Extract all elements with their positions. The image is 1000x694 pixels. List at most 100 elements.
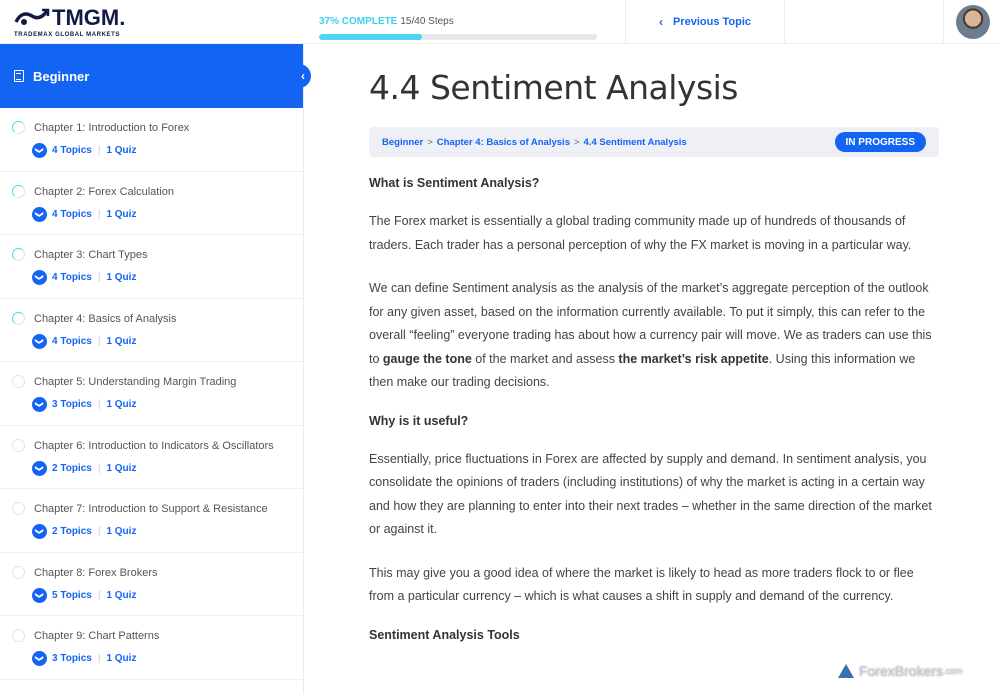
chapter-status-icon [12,502,25,515]
paragraph: Essentially, price fluctuations in Forex… [369,451,932,537]
chevron-down-icon[interactable]: ❯ [32,651,47,666]
separator: | [97,208,101,220]
quiz-count[interactable]: 1 Quiz [106,272,136,283]
chapter-item[interactable]: Chapter 7: Introduction to Support & Res… [0,489,303,553]
previous-topic-button[interactable]: ‹ Previous Topic [626,0,784,44]
chapter-item[interactable]: Chapter 4: Basics of Analysis ❯ 4 Topics… [0,299,303,362]
topics-count[interactable]: 4 Topics [52,272,92,283]
topics-count[interactable]: 5 Topics [52,590,92,601]
chapter-meta: ❯ 2 Topics | 1 Quiz [32,460,136,476]
topics-count[interactable]: 4 Topics [52,145,92,156]
chapter-item[interactable]: Chapter 3: Chart Types ❯ 4 Topics | 1 Qui… [0,235,303,299]
chapter-title[interactable]: Chapter 9: Chart Patterns [34,630,159,642]
forexbrokers-watermark: ForexBrokers .com [838,663,963,679]
text: of the market and assess [471,351,619,366]
chapter-title[interactable]: Chapter 5: Understanding Margin Trading [34,376,236,388]
page-title: 4.4 Sentiment Analysis [369,68,739,107]
user-avatar[interactable] [956,5,990,39]
chapter-meta: ❯ 5 Topics | 1 Quiz [32,587,136,603]
breadcrumb-topic[interactable]: 4.4 Sentiment Analysis [584,137,687,148]
watermark-suffix: .com [943,666,963,676]
chapter-meta: ❯ 4 Topics | 1 Quiz [32,270,136,285]
watermark-name: ForexBrokers [859,663,944,679]
breadcrumb-course[interactable]: Beginner [382,137,423,148]
separator: | [97,399,101,410]
chevron-down-icon[interactable]: ❯ [32,397,47,412]
collapse-sidebar-button[interactable]: ‹ [295,64,311,88]
chapter-meta: ❯ 3 Topics | 1 Quiz [32,651,136,666]
chapter-meta: ❯ 2 Topics | 1 Quiz [32,524,136,539]
separator: | [97,145,101,156]
topics-count[interactable]: 3 Topics [52,399,92,410]
paragraph: The Forex market is essentially a global… [369,214,912,252]
chapter-meta: ❯ 4 Topics | 1 Quiz [32,206,136,222]
progress-steps: 15/40 Steps [400,16,454,27]
topics-count[interactable]: 2 Topics [52,463,92,474]
chevron-left-icon: ‹ [658,15,663,29]
bold-text: gauge the tone [382,351,472,366]
topics-count[interactable]: 3 Topics [52,653,92,664]
chapter-status-icon [12,121,25,134]
chevron-down-icon[interactable]: ❯ [32,333,47,349]
bull-logo-icon [14,8,50,25]
topics-count[interactable]: 4 Topics [52,209,92,220]
progress-bar-fill [319,34,422,40]
course-progress: 37% COMPLETE 15/40 Steps [319,11,599,40]
section-heading: What is Sentiment Analysis? [369,176,540,190]
paragraph: This may give you a good idea of where t… [369,565,914,604]
chapter-status-icon [12,375,25,388]
progress-bar [319,34,597,40]
quiz-count[interactable]: 1 Quiz [106,526,136,537]
chevron-down-icon[interactable]: ❯ [32,524,47,539]
chapter-status-icon [12,629,25,642]
topics-count[interactable]: 2 Topics [52,526,92,537]
sidebar-title: Beginner [33,68,90,84]
chevron-down-icon[interactable]: ❯ [32,587,47,603]
breadcrumb: Beginner > Chapter 4: Basics of Analysis >… [369,127,939,157]
chapter-status-icon [12,565,25,579]
progress-percent-label: 37% COMPLETE [319,16,398,27]
chapter-title[interactable]: Chapter 7: Introduction to Support & Res… [34,503,268,515]
chapter-item[interactable]: Chapter 8: Forex Brokers ❯ 5 Topics | 1 Q… [0,553,303,616]
chapter-status-icon [12,438,25,452]
chevron-down-icon[interactable]: ❯ [32,206,47,222]
breadcrumb-separator: > [427,136,433,148]
chapter-item[interactable]: Chapter 2: Forex Calculation ❯ 4 Topics |… [0,172,303,235]
chapter-title[interactable]: Chapter 2: Forex Calculation [34,186,174,198]
breadcrumb-separator: > [573,136,580,148]
lesson-content: 4.4 Sentiment Analysis Beginner > Chapter… [369,44,939,642]
divider [784,0,785,44]
chapter-item[interactable]: Chapter 6: Introduction to Indicators & … [0,426,303,489]
breadcrumb-chapter[interactable]: Chapter 4: Basics of Analysis [437,137,570,148]
chapter-title[interactable]: Chapter 4: Basics of Analysis [34,313,176,325]
chapter-item[interactable]: Chapter 5: Understanding Margin Trading … [0,362,303,426]
quiz-count[interactable]: 1 Quiz [106,209,136,220]
status-badge: IN PROGRESS [834,132,926,152]
quiz-count[interactable]: 1 Quiz [106,590,136,601]
quiz-count[interactable]: 1 Quiz [106,336,136,347]
chapter-item[interactable]: Chapter 9: Chart Patterns ❯ 3 Topics | 1 … [0,616,303,680]
topics-count[interactable]: 4 Topics [52,336,92,347]
separator: | [97,272,101,283]
forexbrokers-logo-icon [838,664,854,678]
section-heading: Sentiment Analysis Tools [369,627,520,642]
quiz-count[interactable]: 1 Quiz [106,399,136,410]
chevron-down-icon[interactable]: ❯ [32,270,47,285]
chapter-meta: ❯ 3 Topics | 1 Quiz [32,397,136,412]
divider [943,0,944,44]
chevron-left-icon: ‹ [301,69,305,83]
paragraph: We can define Sentiment analysis as the … [369,277,939,395]
chapter-title[interactable]: Chapter 6: Introduction to Indicators & … [34,440,274,452]
chapter-item[interactable]: Chapter 1: Introduction to Forex ❯ 4 Top… [0,108,303,172]
quiz-count[interactable]: 1 Quiz [106,463,136,474]
quiz-count[interactable]: 1 Quiz [106,145,136,156]
chapter-title[interactable]: Chapter 8: Forex Brokers [34,567,158,579]
chevron-down-icon[interactable]: ❯ [32,143,47,158]
chapter-title[interactable]: Chapter 1: Introduction to Forex [34,122,189,134]
brand-name: TMGM. [52,5,126,30]
chapter-status-icon [12,311,25,325]
quiz-count[interactable]: 1 Quiz [106,653,136,664]
chapter-title[interactable]: Chapter 3: Chart Types [34,249,148,261]
tmgm-logo[interactable]: TMGM. TRADEMAX GLOBAL MARKETS [14,5,129,40]
chevron-down-icon[interactable]: ❯ [32,460,47,476]
